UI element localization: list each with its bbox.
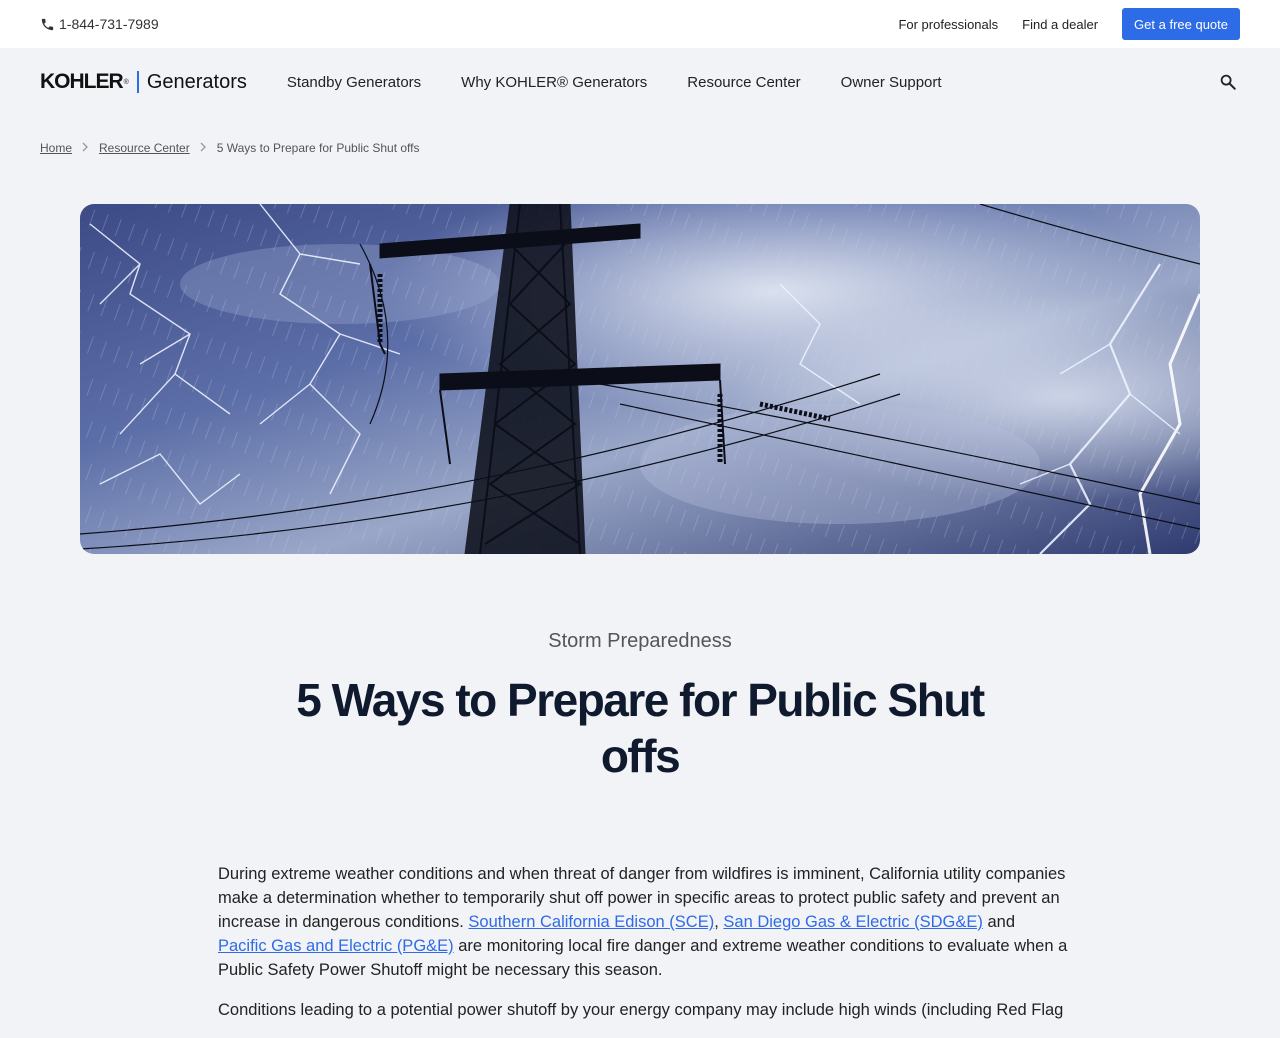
phone-icon: [41, 18, 54, 30]
intro-separator: ,: [714, 913, 724, 931]
utility-bar: 1-844-731-7989 For professionals Find a …: [0, 0, 1280, 48]
logo-brand: KOHLER: [40, 70, 124, 93]
phone-number: 1-844-731-7989: [59, 16, 159, 32]
nav-owner-support[interactable]: Owner Support: [841, 74, 942, 91]
logo-divider: [136, 71, 139, 93]
breadcrumb-resource-center[interactable]: Resource Center: [99, 141, 190, 155]
logo-product: Generators: [146, 70, 247, 93]
sce-link[interactable]: Southern California Edison (SCE): [468, 913, 714, 931]
find-dealer-link[interactable]: Find a dealer: [1022, 17, 1098, 32]
intro-paragraph: During extreme weather conditions and wh…: [218, 862, 1068, 982]
nav-why-kohler[interactable]: Why KOHLER® Generators: [461, 74, 647, 91]
article-body: During extreme weather conditions and wh…: [218, 862, 1068, 1038]
nav-standby-generators[interactable]: Standby Generators: [287, 74, 421, 91]
get-quote-button[interactable]: Get a free quote: [1122, 8, 1240, 40]
nav-resource-center[interactable]: Resource Center: [687, 74, 800, 91]
hero-image: [80, 204, 1200, 554]
chevron-right-icon: [200, 142, 207, 155]
page-title: 5 Ways to Prepare for Public Shut offs: [296, 674, 985, 782]
breadcrumb-home[interactable]: Home: [40, 141, 72, 155]
main-navigation: KOHLER ® Generators Standby Generators W…: [0, 48, 1280, 116]
conditions-paragraph: Conditions leading to a potential power …: [218, 1001, 1064, 1019]
search-icon: [1220, 74, 1236, 90]
search-button[interactable]: [1216, 70, 1240, 94]
kohler-generators-logo[interactable]: KOHLER ® Generators: [40, 70, 247, 94]
breadcrumb-current: 5 Ways to Prepare for Public Shut offs: [216, 141, 420, 155]
intro-conjunction: and: [982, 913, 1016, 931]
for-professionals-link[interactable]: For professionals: [898, 17, 998, 32]
breadcrumb: Home Resource Center 5 Ways to Prepare f…: [0, 136, 1280, 160]
article-category: Storm Preparedness: [548, 630, 732, 652]
pge-link[interactable]: Pacific Gas and Electric (PG&E): [218, 937, 454, 955]
logo-registered-mark: ®: [123, 78, 129, 86]
sdge-link[interactable]: San Diego Gas & Electric (SDG&E): [723, 913, 983, 931]
phone-link[interactable]: 1-844-731-7989: [40, 16, 159, 32]
chevron-right-icon: [82, 142, 89, 155]
